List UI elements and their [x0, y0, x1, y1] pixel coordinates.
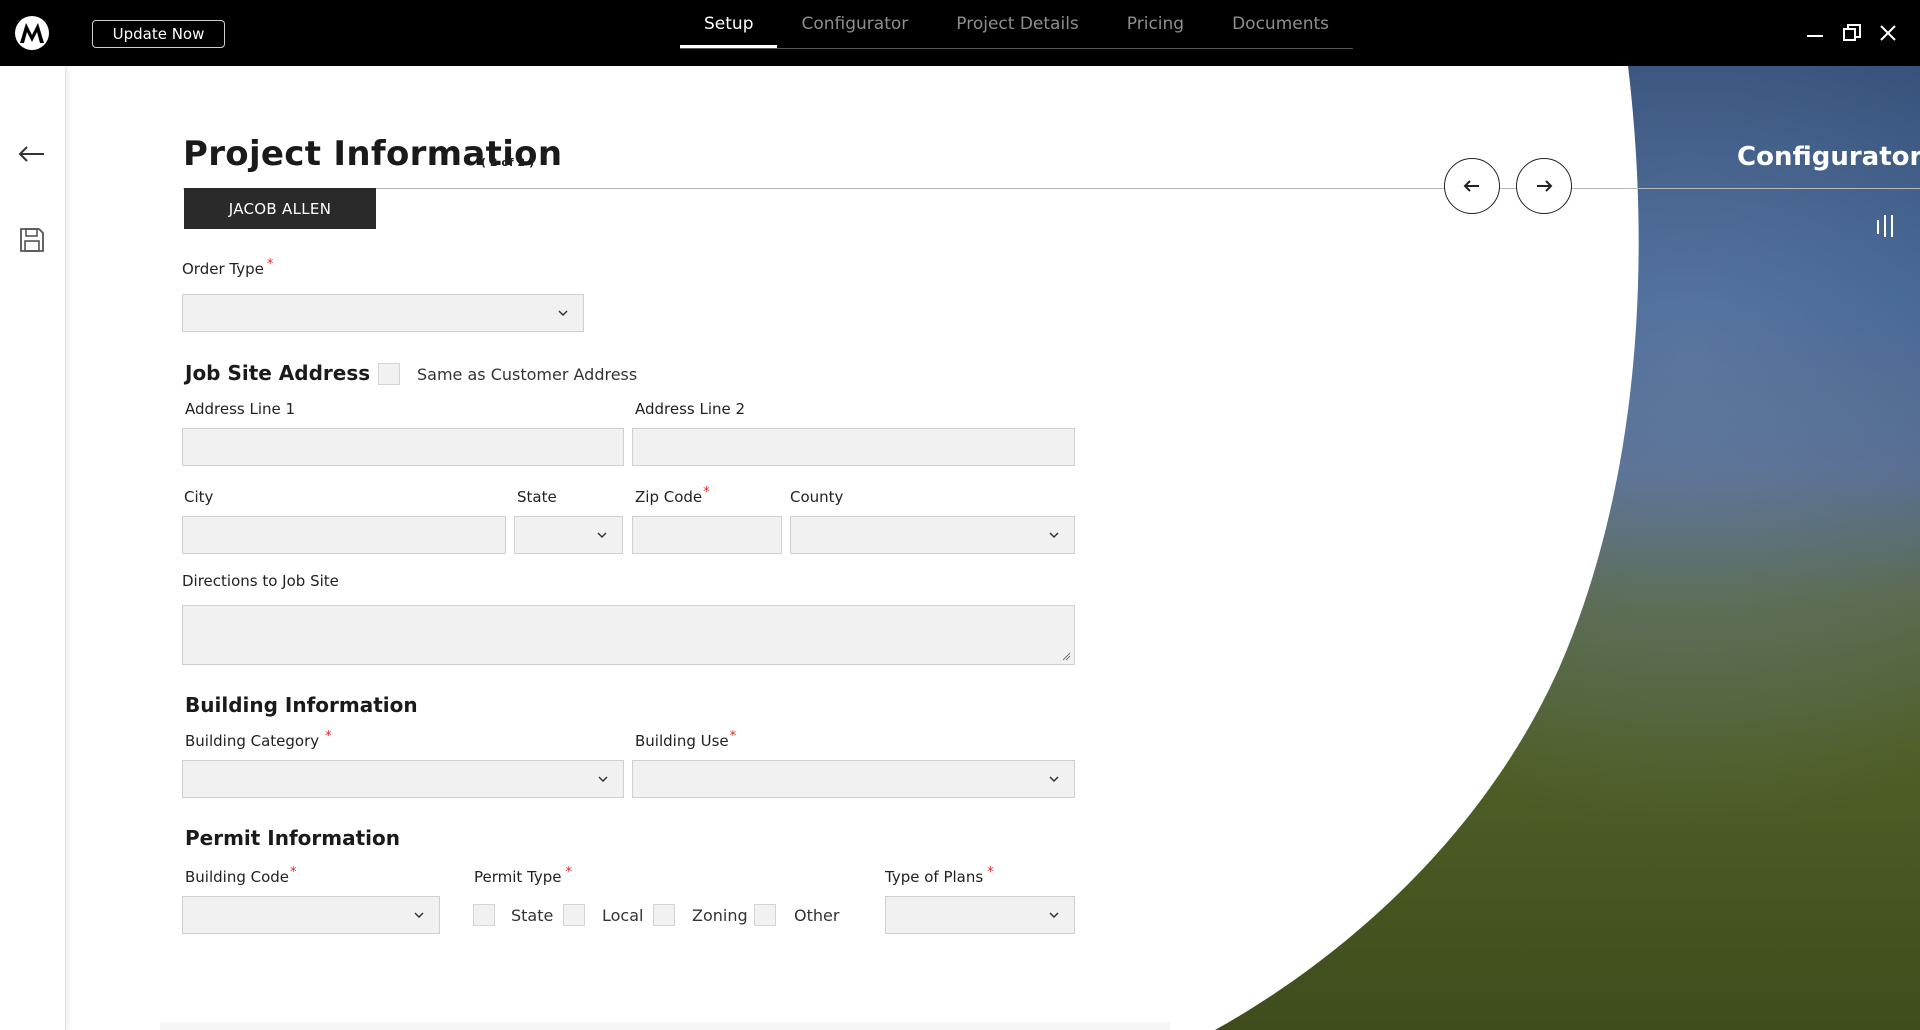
- top-bar: Update Now Setup Configurator Project De…: [0, 0, 1920, 66]
- previous-step-button[interactable]: [1444, 158, 1500, 214]
- tab-project-details[interactable]: Project Details: [932, 0, 1103, 48]
- chevron-down-icon: [558, 310, 568, 317]
- type-of-plans-label: Type of Plans *: [885, 865, 994, 886]
- building-use-label: Building Use*: [635, 729, 737, 750]
- permit-type-label: Permit Type *: [474, 865, 573, 886]
- permit-zoning-label: Zoning: [692, 906, 748, 925]
- chevron-down-icon: [1049, 532, 1059, 539]
- address-line1-input[interactable]: [182, 428, 624, 466]
- chevron-down-icon: [597, 532, 607, 539]
- close-icon[interactable]: [1875, 20, 1901, 46]
- form-bottom-edge: [160, 1022, 1170, 1030]
- chevron-down-icon: [1049, 912, 1059, 919]
- permit-local-checkbox[interactable]: [563, 904, 585, 926]
- address-line1-label: Address Line 1: [185, 400, 296, 418]
- address-line2-label: Address Line 2: [635, 400, 746, 418]
- order-type-label: Order Type *: [182, 257, 274, 278]
- left-sidebar: [0, 66, 66, 1030]
- back-arrow-icon[interactable]: [16, 138, 48, 170]
- save-icon[interactable]: [16, 224, 48, 256]
- county-select[interactable]: [790, 516, 1075, 554]
- building-category-label: Building Category *: [185, 729, 332, 750]
- main-tabs: Setup Configurator Project Details Prici…: [680, 0, 1354, 49]
- order-type-select[interactable]: [182, 294, 584, 332]
- building-information-heading: Building Information: [185, 693, 418, 717]
- city-input[interactable]: [182, 516, 506, 554]
- type-of-plans-select[interactable]: [885, 896, 1075, 934]
- building-code-label: Building Code*: [185, 865, 297, 886]
- title-divider: [183, 188, 1920, 189]
- update-now-button[interactable]: Update Now: [92, 20, 225, 48]
- configurator-panel-title: Configurator: [1737, 142, 1920, 172]
- resize-grip-icon[interactable]: [1061, 651, 1071, 661]
- city-label: City: [184, 488, 214, 506]
- tab-pricing[interactable]: Pricing: [1103, 0, 1208, 48]
- company-logo-icon: [15, 16, 49, 50]
- permit-zoning-checkbox[interactable]: [653, 904, 675, 926]
- step-indicator: ( 2 of 2 ): [481, 156, 535, 169]
- customer-name-tag: JACOB ALLEN: [184, 188, 376, 229]
- permit-other-label: Other: [794, 906, 840, 925]
- permit-state-checkbox[interactable]: [473, 904, 495, 926]
- state-label: State: [517, 488, 557, 506]
- chevron-down-icon: [598, 776, 608, 783]
- same-as-customer-checkbox[interactable]: [378, 363, 400, 385]
- restore-icon[interactable]: [1839, 20, 1865, 46]
- permit-state-label: State: [511, 906, 554, 925]
- same-as-customer-label: Same as Customer Address: [417, 365, 638, 384]
- tab-setup[interactable]: Setup: [680, 0, 778, 48]
- arrow-right-icon: [1537, 180, 1553, 192]
- collapse-panel-icon[interactable]: [1874, 212, 1900, 240]
- zip-code-label: Zip Code*: [635, 485, 710, 506]
- county-label: County: [790, 488, 844, 506]
- tab-documents[interactable]: Documents: [1208, 0, 1353, 48]
- address-line2-input[interactable]: [632, 428, 1075, 466]
- directions-textarea[interactable]: [182, 605, 1075, 665]
- chevron-down-icon: [1049, 776, 1059, 783]
- building-category-select[interactable]: [182, 760, 624, 798]
- tab-configurator[interactable]: Configurator: [777, 0, 932, 48]
- minimize-icon[interactable]: [1802, 20, 1828, 46]
- next-step-button[interactable]: [1516, 158, 1572, 214]
- permit-other-checkbox[interactable]: [754, 904, 776, 926]
- job-site-address-heading: Job Site Address: [185, 361, 371, 385]
- state-select[interactable]: [514, 516, 623, 554]
- chevron-down-icon: [414, 912, 424, 919]
- building-use-select[interactable]: [632, 760, 1075, 798]
- permit-information-heading: Permit Information: [185, 826, 401, 850]
- building-code-select[interactable]: [182, 896, 440, 934]
- arrow-left-icon: [1463, 180, 1479, 192]
- zip-code-input[interactable]: [632, 516, 782, 554]
- permit-local-label: Local: [602, 906, 644, 925]
- directions-label: Directions to Job Site: [182, 572, 339, 590]
